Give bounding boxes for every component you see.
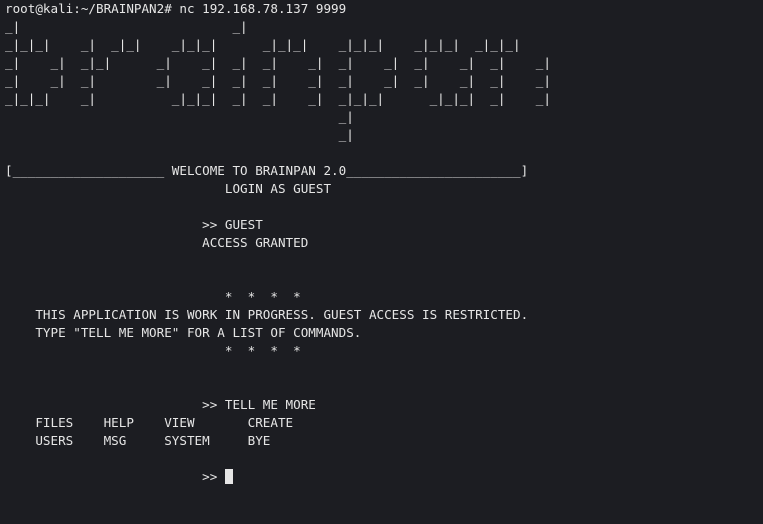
terminal-window[interactable]: root@kali:~/BRAINPAN2# nc 192.168.78.137… [0, 0, 763, 524]
banner-line: _| _| [5, 19, 248, 34]
banner-line: _|_|_| _| _|_| _|_|_| _|_|_| _|_|_| _|_|… [5, 37, 521, 52]
stars-divider-bottom: * * * * [5, 343, 301, 358]
command-list-row: USERS MSG SYSTEM BYE [5, 433, 271, 448]
banner-line: _| _| _| _| _| _| _| _| _| _| _| _| _| _… [5, 73, 551, 88]
guest-input-echo: >> GUEST [5, 217, 263, 232]
stars-divider-top: * * * * [5, 289, 301, 304]
banner-line: _|_|_| _| _|_|_| _| _| _| _|_|_| _|_|_| … [5, 91, 551, 106]
input-prompt: >> [5, 469, 225, 484]
banner-line: _| [5, 109, 354, 124]
login-prompt: LOGIN AS GUEST [5, 181, 332, 196]
ascii-banner: _| _| _|_|_| _| _|_| _|_|_| _|_|_| _|_|_… [5, 18, 763, 144]
notice-line: TYPE "TELL ME MORE" FOR A LIST OF COMMAN… [5, 325, 362, 340]
tell-me-more-echo: >> TELL ME MORE [5, 397, 316, 412]
input-prompt-line[interactable]: >> [5, 468, 763, 486]
command-list-row: FILES HELP VIEW CREATE [5, 415, 294, 430]
notice-line: THIS APPLICATION IS WORK IN PROGRESS. GU… [5, 307, 529, 322]
text-cursor[interactable] [224, 469, 233, 484]
command-line: root@kali:~/BRAINPAN2# nc 192.168.78.137… [5, 1, 347, 16]
banner-line: _| _| _|_| _| _| _| _| _| _| _| _| _| _|… [5, 55, 551, 70]
banner-line: _| [5, 127, 354, 142]
welcome-banner: [____________________ WELCOME TO BRAINPA… [5, 163, 529, 178]
access-status: ACCESS GRANTED [5, 235, 309, 250]
